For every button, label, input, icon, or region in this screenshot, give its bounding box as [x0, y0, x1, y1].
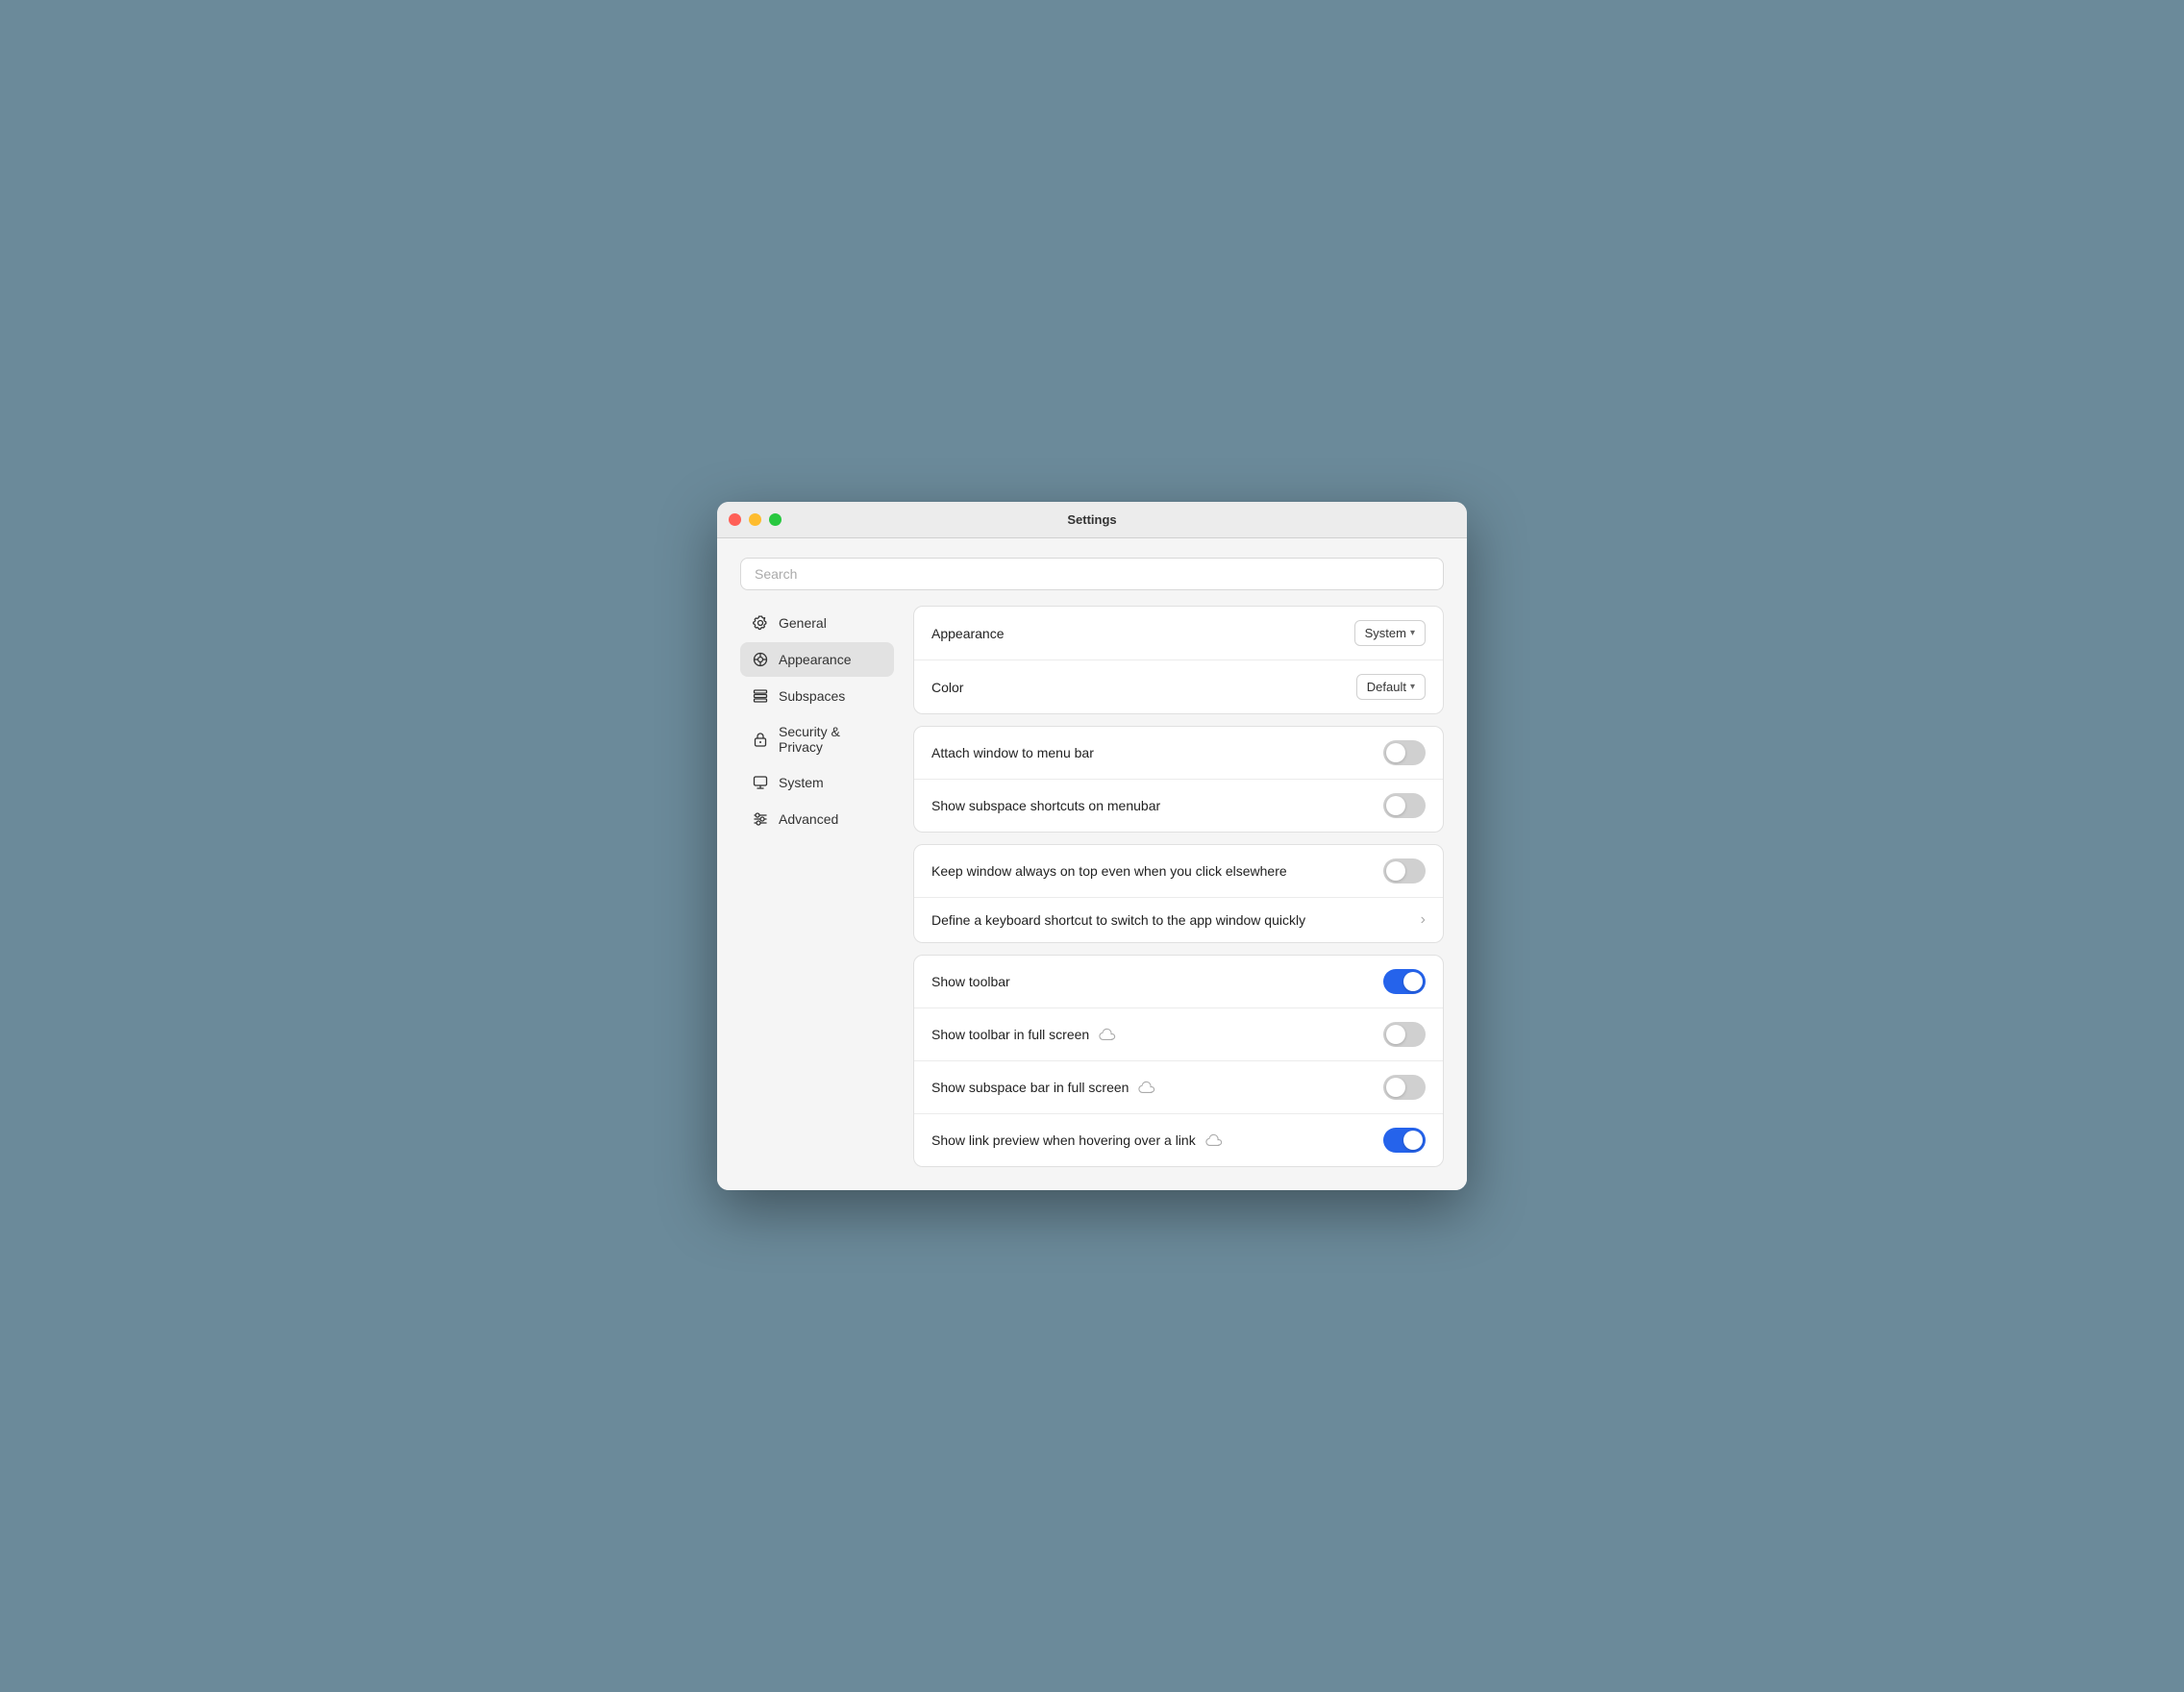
toggle-thumb-5	[1386, 1025, 1405, 1044]
toolbar-panel: Show toolbar Show toolbar in full screen	[913, 955, 1444, 1167]
attach-window-toggle[interactable]	[1383, 740, 1426, 765]
toggle-track-5	[1383, 1022, 1426, 1047]
subspace-bar-fullscreen-label: Show subspace bar in full screen	[931, 1080, 1129, 1095]
link-preview-toggle[interactable]	[1383, 1128, 1426, 1153]
chevron-down-icon: ▾	[1410, 628, 1415, 638]
settings-window: Settings General	[717, 502, 1467, 1190]
toggle-thumb-7	[1403, 1131, 1423, 1150]
toggle-thumb-2	[1386, 796, 1405, 815]
close-button[interactable]	[729, 513, 741, 526]
sidebar-label-system: System	[779, 775, 824, 790]
cloud-icon-1	[1099, 1028, 1116, 1041]
subspace-bar-fullscreen-toggle[interactable]	[1383, 1075, 1426, 1100]
toolbar-fullscreen-label: Show toolbar in full screen	[931, 1027, 1089, 1042]
always-on-top-row: Keep window always on top even when you …	[914, 845, 1443, 897]
sliders-icon	[752, 810, 769, 828]
sidebar-label-general: General	[779, 615, 827, 631]
maximize-button[interactable]	[769, 513, 782, 526]
sidebar-item-security[interactable]: Security & Privacy	[740, 715, 894, 763]
sidebar-label-security: Security & Privacy	[779, 724, 882, 755]
sidebar-label-subspaces: Subspaces	[779, 688, 845, 704]
subspace-shortcuts-toggle[interactable]	[1383, 793, 1426, 818]
attach-window-row: Attach window to menu bar	[914, 727, 1443, 779]
color-value: Default	[1367, 680, 1406, 694]
appearance-row: Appearance System ▾	[914, 607, 1443, 659]
link-preview-label-wrap: Show link preview when hovering over a l…	[931, 1132, 1223, 1148]
search-input[interactable]	[740, 558, 1444, 590]
cloud-icon-2	[1138, 1081, 1155, 1094]
sidebar-item-system[interactable]: System	[740, 765, 894, 800]
color-label: Color	[931, 680, 963, 695]
toggle-track-6	[1383, 1075, 1426, 1100]
content-area: General Appearance	[717, 538, 1467, 1190]
attach-window-label: Attach window to menu bar	[931, 745, 1094, 760]
sidebar: General Appearance	[740, 606, 894, 1167]
link-preview-label: Show link preview when hovering over a l…	[931, 1132, 1196, 1148]
sidebar-label-appearance: Appearance	[779, 652, 852, 667]
keyboard-shortcut-row[interactable]: Define a keyboard shortcut to switch to …	[914, 897, 1443, 942]
show-toolbar-label: Show toolbar	[931, 974, 1010, 989]
chevron-right-icon: ›	[1421, 911, 1426, 929]
sidebar-item-appearance[interactable]: Appearance	[740, 642, 894, 677]
search-bar	[740, 558, 1444, 590]
toggle-track-4	[1383, 969, 1426, 994]
color-row: Color Default ▾	[914, 659, 1443, 713]
toolbar-fullscreen-toggle[interactable]	[1383, 1022, 1426, 1047]
toggle-track-2	[1383, 793, 1426, 818]
lock-icon	[752, 731, 769, 748]
link-preview-row: Show link preview when hovering over a l…	[914, 1113, 1443, 1166]
appearance-icon	[752, 651, 769, 668]
subspace-bar-fullscreen-row: Show subspace bar in full screen	[914, 1060, 1443, 1113]
toggle-track-7	[1383, 1128, 1426, 1153]
settings-panels: Appearance System ▾ Color Default ▾	[913, 606, 1444, 1167]
color-dropdown[interactable]: Default ▾	[1356, 674, 1426, 700]
keyboard-shortcut-label: Define a keyboard shortcut to switch to …	[931, 912, 1305, 928]
main-layout: General Appearance	[740, 606, 1444, 1167]
toggle-thumb	[1386, 743, 1405, 762]
show-toolbar-row: Show toolbar	[914, 956, 1443, 1008]
toggle-thumb-3	[1386, 861, 1405, 881]
sidebar-item-advanced[interactable]: Advanced	[740, 802, 894, 836]
sidebar-label-advanced: Advanced	[779, 811, 838, 827]
toolbar-fullscreen-label-wrap: Show toolbar in full screen	[931, 1027, 1116, 1042]
toggle-thumb-4	[1403, 972, 1423, 991]
toggle-track	[1383, 740, 1426, 765]
titlebar: Settings	[717, 502, 1467, 538]
toggle-track-3	[1383, 858, 1426, 883]
sidebar-item-general[interactable]: General	[740, 606, 894, 640]
chevron-down-icon-2: ▾	[1410, 682, 1415, 692]
window-buttons	[729, 513, 782, 526]
always-on-top-label: Keep window always on top even when you …	[931, 863, 1287, 879]
appearance-label: Appearance	[931, 626, 1005, 641]
toggle-thumb-6	[1386, 1078, 1405, 1097]
appearance-color-panel: Appearance System ▾ Color Default ▾	[913, 606, 1444, 714]
minimize-button[interactable]	[749, 513, 761, 526]
gear-icon	[752, 614, 769, 632]
show-toolbar-toggle[interactable]	[1383, 969, 1426, 994]
subspace-bar-fullscreen-label-wrap: Show subspace bar in full screen	[931, 1080, 1155, 1095]
cloud-icon-3	[1205, 1133, 1223, 1147]
appearance-value: System	[1365, 626, 1406, 640]
toolbar-fullscreen-row: Show toolbar in full screen	[914, 1008, 1443, 1060]
menubar-panel: Attach window to menu bar Show subspace …	[913, 726, 1444, 833]
subspaces-icon	[752, 687, 769, 705]
monitor-icon	[752, 774, 769, 791]
subspace-shortcuts-label: Show subspace shortcuts on menubar	[931, 798, 1160, 813]
window-panel: Keep window always on top even when you …	[913, 844, 1444, 943]
sidebar-item-subspaces[interactable]: Subspaces	[740, 679, 894, 713]
window-title: Settings	[1067, 512, 1116, 527]
appearance-dropdown[interactable]: System ▾	[1354, 620, 1426, 646]
subspace-shortcuts-row: Show subspace shortcuts on menubar	[914, 779, 1443, 832]
always-on-top-toggle[interactable]	[1383, 858, 1426, 883]
